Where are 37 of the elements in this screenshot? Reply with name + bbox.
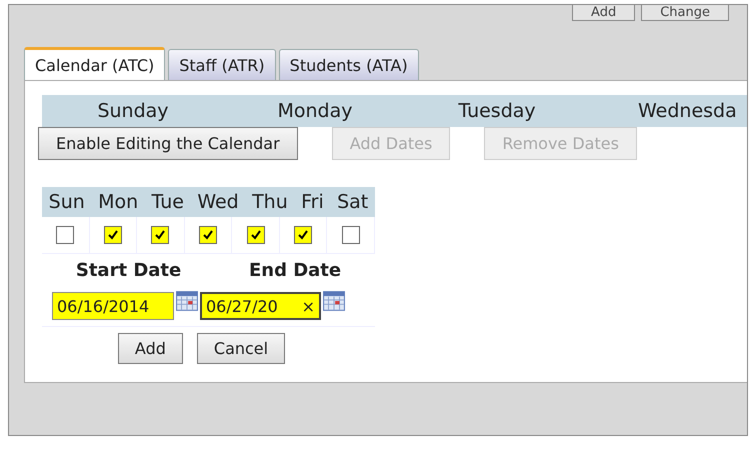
- day-checkbox[interactable]: [246, 226, 265, 244]
- weekday-label: Monday: [277, 100, 352, 122]
- check-icon: [202, 229, 214, 241]
- check-icon: [297, 229, 310, 241]
- form-button[interactable]: Cancel: [196, 333, 286, 364]
- day-label: Mon: [98, 191, 138, 213]
- end-date-label: End Date: [248, 260, 342, 280]
- check-icon: [154, 229, 166, 241]
- weekday-label: Sunday: [97, 100, 169, 122]
- tab[interactable]: Calendar (ATC): [24, 47, 166, 80]
- start-date-field[interactable]: 06/16/2014: [52, 292, 174, 320]
- day-label: Sun: [48, 191, 85, 213]
- day-checkbox[interactable]: [294, 226, 312, 244]
- day-checkbox[interactable]: [56, 226, 74, 244]
- form-button[interactable]: Add: [118, 333, 183, 364]
- day-label: Tue: [152, 191, 184, 213]
- toolbar-button[interactable]: Change: [641, 5, 729, 21]
- day-label: Sat: [337, 191, 368, 213]
- day-checkbox[interactable]: [104, 226, 122, 244]
- weekday-label: Wednesda: [637, 100, 737, 122]
- end-date-field[interactable]: 06/27/20 ×: [200, 292, 321, 320]
- start-date-label: Start Date: [76, 260, 182, 280]
- day-checkbox[interactable]: [342, 226, 360, 244]
- check-icon: [250, 229, 262, 241]
- day-checkbox[interactable]: [151, 226, 170, 244]
- toolbar-button[interactable]: Enable Editing the Calendar: [38, 127, 298, 160]
- toolbar-button[interactable]: Add: [572, 5, 636, 21]
- calendar-icon[interactable]: [176, 291, 198, 311]
- day-label: Wed: [197, 191, 239, 213]
- day-checkbox[interactable]: [199, 226, 218, 244]
- day-label: Thu: [252, 191, 288, 213]
- day-label: Fri: [301, 191, 324, 213]
- tab[interactable]: Students (ATA): [278, 49, 419, 80]
- calendar-icon[interactable]: [323, 291, 345, 311]
- check-icon: [106, 229, 119, 241]
- tab[interactable]: Staff (ATR): [168, 49, 276, 80]
- weekday-label: Tuesday: [458, 100, 536, 122]
